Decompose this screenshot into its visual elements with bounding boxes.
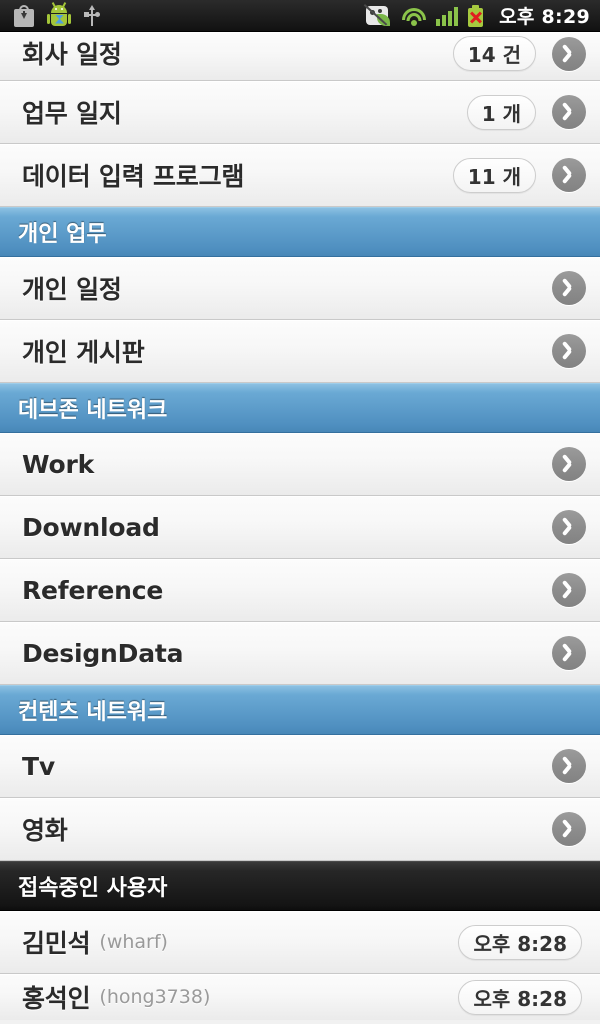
section-header-label: 개인 업무: [18, 222, 107, 247]
section-header-label: 접속중인 사용자: [18, 876, 168, 901]
section-header-컨텐츠-네트워크: 컨텐츠 네트워크: [0, 685, 600, 735]
section-header-label: 데브존 네트워크: [18, 398, 168, 423]
list-item-label: 업무 일지: [22, 99, 122, 128]
list-item-업무-일지[interactable]: 업무 일지 1 개: [0, 81, 600, 144]
section-header-데브존-네트워크: 데브존 네트워크: [0, 383, 600, 433]
list-item-designdata[interactable]: DesignData: [0, 622, 600, 685]
list-item-label: 김민석: [22, 929, 91, 958]
list-item-label: Tv: [22, 751, 55, 781]
list-item-label: 영화: [22, 816, 68, 845]
list-item-김민석[interactable]: 김민석 (wharf) 오후 8:28: [0, 911, 600, 974]
list-item-work[interactable]: Work: [0, 433, 600, 496]
status-bar[interactable]: 오후 8:29: [0, 0, 600, 32]
wifi-icon: [402, 6, 427, 26]
list-item-label: 회사 일정: [22, 40, 122, 69]
list-item-label: 데이터 입력 프로그램: [22, 162, 245, 191]
list-item-label: Download: [22, 512, 160, 542]
list-item-회사-일정[interactable]: 회사 일정 14 건: [0, 32, 600, 81]
chevron-right-icon[interactable]: [552, 636, 586, 670]
sync-disabled-icon: [363, 3, 392, 27]
list-item-username: (hong3738): [99, 986, 211, 1008]
section-header-label: 컨텐츠 네트워크: [18, 700, 168, 725]
battery-error-icon: [468, 4, 484, 27]
status-bar-left-icons: [14, 1, 100, 28]
list-item-username: (wharf): [99, 931, 168, 953]
list-item-tv[interactable]: Tv: [0, 735, 600, 798]
list-item-download[interactable]: Download: [0, 496, 600, 559]
chevron-right-icon[interactable]: [552, 95, 586, 129]
chevron-right-icon[interactable]: [552, 158, 586, 192]
chevron-right-icon[interactable]: [552, 573, 586, 607]
list-item-label: 개인 일정: [22, 275, 122, 304]
chevron-right-icon[interactable]: [552, 37, 586, 71]
list-item-label: 개인 게시판: [22, 338, 145, 367]
android-robot-icon: [47, 1, 71, 28]
status-bar-right-icons: 오후 8:29: [363, 2, 590, 29]
chevron-right-icon[interactable]: [552, 271, 586, 305]
chevron-right-icon[interactable]: [552, 447, 586, 481]
chevron-right-icon[interactable]: [552, 812, 586, 846]
usb-icon: [84, 4, 100, 27]
list-item-영화[interactable]: 영화: [0, 798, 600, 861]
cellular-signal-icon: [436, 6, 459, 26]
list-item-홍석인[interactable]: 홍석인 (hong3738) 오후 8:28: [0, 974, 600, 1020]
count-badge: 1 개: [466, 94, 536, 130]
count-badge: 14 건: [452, 36, 536, 71]
count-badge: 11 개: [452, 157, 536, 193]
list-item-개인-일정[interactable]: 개인 일정: [0, 257, 600, 320]
list-item-데이터-입력-프로그램[interactable]: 데이터 입력 프로그램 11 개: [0, 144, 600, 207]
last-seen-badge: 오후 8:28: [458, 979, 582, 1015]
download-bag-icon: [14, 4, 34, 27]
list-item-reference[interactable]: Reference: [0, 559, 600, 622]
list-item-label: Reference: [22, 575, 164, 605]
last-seen-badge: 오후 8:28: [458, 924, 582, 960]
chevron-right-icon[interactable]: [552, 510, 586, 544]
list-item-label: 홍석인: [22, 984, 91, 1013]
chevron-right-icon[interactable]: [552, 749, 586, 783]
chevron-right-icon[interactable]: [552, 334, 586, 368]
list-item-개인-게시판[interactable]: 개인 게시판: [0, 320, 600, 383]
list-item-label: Work: [22, 449, 95, 479]
list-item-label: DesignData: [22, 638, 184, 668]
main-list[interactable]: 회사 일정 14 건업무 일지 1 개데이터 입력 프로그램 11 개개인 업무개인 …: [0, 32, 600, 1024]
section-header-접속중인-사용자: 접속중인 사용자: [0, 861, 600, 911]
section-header-개인-업무: 개인 업무: [0, 207, 600, 257]
status-bar-clock: 오후 8:29: [499, 6, 590, 28]
